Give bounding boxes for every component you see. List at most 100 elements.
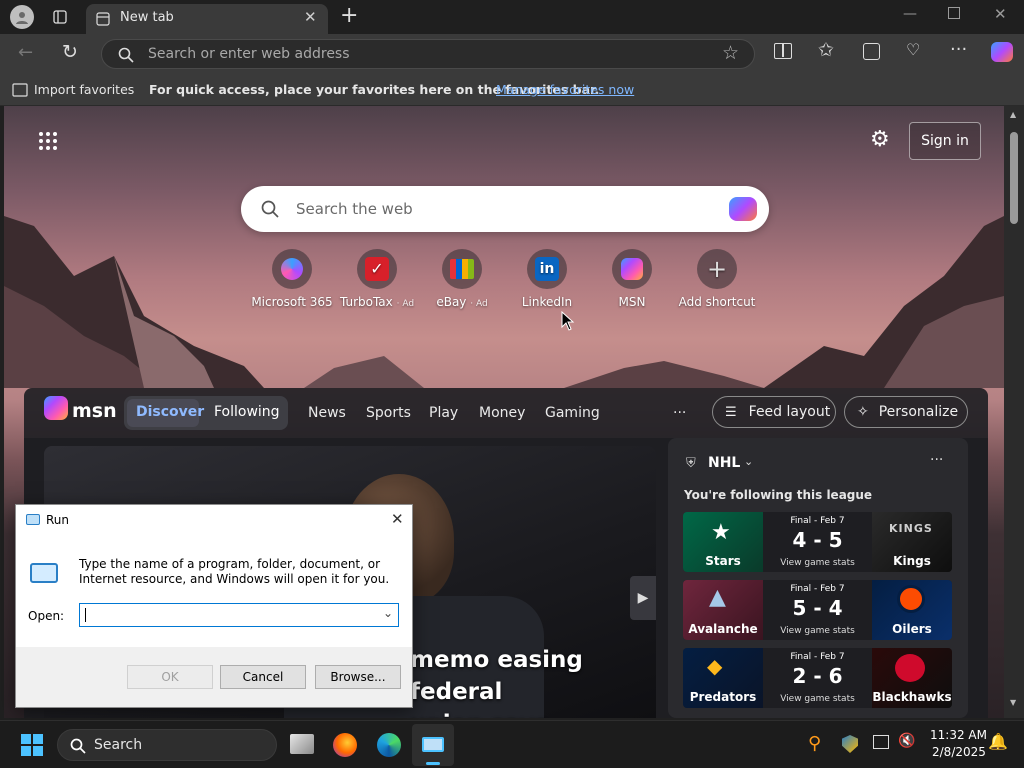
open-combobox[interactable]: ⌄ [79, 603, 399, 627]
game-card[interactable]: ★ KINGS Stars Kings Final - Feb 7 4 - 5 … [683, 512, 952, 572]
cancel-button[interactable]: Cancel [220, 665, 306, 689]
firefox-icon[interactable] [333, 733, 357, 757]
profile-avatar[interactable] [10, 5, 34, 29]
tab-page-icon [96, 12, 110, 26]
display-icon[interactable] [873, 735, 889, 749]
defender-icon[interactable] [842, 735, 858, 753]
shortcut-msn[interactable]: MSN [587, 249, 677, 309]
address-bar[interactable]: Search or enter web address ☆ [101, 39, 755, 69]
shortcut-turbotax[interactable]: ✓ TurboTax · Ad [332, 249, 422, 309]
search-app-icon[interactable]: ⚲ [808, 733, 821, 754]
shortcut-add[interactable]: + Add shortcut [672, 249, 762, 309]
edge-icon[interactable] [377, 733, 401, 757]
scrollbar-thumb[interactable] [1010, 132, 1018, 224]
favorites-icon[interactable]: ✩ [818, 39, 834, 61]
run-app-icon [422, 737, 444, 752]
browser-essentials-icon[interactable]: ♡ [906, 40, 920, 59]
notifications-bell-icon[interactable]: 🔔 [988, 732, 1008, 751]
nhl-title[interactable]: NHL [708, 455, 740, 471]
scroll-up-icon[interactable]: ▲ [1010, 110, 1016, 119]
ok-button[interactable]: OK [127, 665, 213, 689]
add-icon: + [697, 249, 737, 289]
blackhawks-logo-icon [895, 654, 925, 682]
task-view-icon[interactable] [290, 734, 314, 754]
taskbar: Search ⚲ 🔇 11:32 AM 2/8/2025 🔔 [0, 720, 1024, 768]
tab-title: New tab [120, 10, 174, 25]
linkedin-icon: in [527, 249, 567, 289]
sparkle-icon: ✧ [857, 404, 869, 420]
clock-time[interactable]: 11:32 AM [930, 728, 987, 742]
new-tab-icon[interactable]: + [340, 3, 358, 28]
more-menu-icon[interactable]: ··· [950, 39, 967, 60]
run-description: Type the name of a program, folder, docu… [79, 557, 390, 586]
sign-in-button[interactable]: Sign in [909, 122, 981, 160]
next-story-icon[interactable]: ▶ [630, 576, 656, 620]
open-label: Open: [28, 609, 65, 623]
search-icon [118, 47, 134, 63]
import-favorites-link[interactable]: Import favorites [34, 82, 134, 97]
shortcut-ebay[interactable]: eBay · Ad [417, 249, 507, 309]
import-icon [12, 83, 28, 97]
nav-gaming[interactable]: Gaming [545, 405, 600, 421]
nav-news[interactable]: News [308, 405, 346, 421]
personalize-button[interactable]: ✧ Personalize [844, 396, 968, 428]
msn-icon [612, 249, 652, 289]
msn-logo-text: msn [72, 400, 117, 422]
tab-discover[interactable]: Discover [136, 404, 204, 420]
close-icon[interactable]: ✕ [391, 510, 404, 528]
nav-sports[interactable]: Sports [366, 405, 411, 421]
manage-favorites-link[interactable]: Manage favorites now [496, 82, 634, 97]
scroll-down-icon[interactable]: ▼ [1010, 698, 1016, 707]
collections-icon[interactable] [863, 43, 880, 60]
copilot-icon[interactable] [991, 42, 1013, 62]
settings-gear-icon[interactable]: ⚙ [870, 127, 890, 152]
apps-grid-icon[interactable] [38, 131, 58, 151]
card-more-icon[interactable]: ··· [930, 452, 943, 468]
close-tab-icon[interactable]: ✕ [304, 8, 317, 26]
feed-layout-button[interactable]: ☰ Feed layout [712, 396, 836, 428]
close-window-icon[interactable]: ✕ [994, 5, 1007, 23]
refresh-icon[interactable]: ↻ [62, 41, 78, 63]
windows-start-icon[interactable] [21, 734, 43, 756]
favorite-star-icon[interactable]: ☆ [722, 42, 739, 64]
microsoft-365-icon [272, 249, 312, 289]
run-dialog: Run ✕ Type the name of a program, folder… [15, 504, 413, 708]
run-title-bar[interactable]: Run ✕ [16, 505, 412, 535]
msn-nav-bar: msn Discover Following News Sports Play … [24, 388, 988, 438]
game-card[interactable]: ▲ Avalanche Oilers Final - Feb 7 5 - 4 V… [683, 580, 952, 640]
nav-more-icon[interactable]: ··· [673, 405, 686, 421]
taskbar-search[interactable]: Search [57, 729, 277, 761]
avalanche-logo-icon: ▲ [709, 585, 726, 610]
split-screen-icon[interactable] [774, 43, 792, 59]
mouse-cursor-icon [561, 311, 575, 331]
search-icon [261, 200, 279, 218]
browser-toolbar: ← ↻ Search or enter web address ☆ ✩ ♡ ··… [0, 34, 1024, 74]
browse-button[interactable]: Browse... [315, 665, 401, 689]
stars-logo-icon: ★ [711, 520, 731, 545]
turbotax-icon: ✓ [357, 249, 397, 289]
chevron-down-icon[interactable]: ⌄ [383, 606, 393, 620]
predators-logo-icon: ◆ [707, 654, 723, 678]
run-title: Run [46, 513, 70, 527]
shortcut-microsoft-365[interactable]: Microsoft 365 [247, 249, 337, 309]
speaker-muted-icon[interactable]: 🔇 [898, 733, 915, 749]
run-taskbar-button[interactable] [412, 724, 454, 766]
tab-following[interactable]: Following [214, 404, 280, 420]
game-card[interactable]: ◆ Predators Blackhawks Final - Feb 7 2 -… [683, 648, 952, 708]
shortcut-linkedin[interactable]: in LinkedIn [502, 249, 592, 309]
page-scrollbar[interactable]: ▲ ▼ [1004, 106, 1024, 718]
restore-icon[interactable] [948, 7, 960, 19]
copilot-search-icon[interactable] [729, 197, 757, 221]
minimize-icon[interactable]: — [903, 6, 917, 22]
tab-new-tab[interactable]: New tab ✕ [86, 4, 328, 34]
nav-money[interactable]: Money [479, 405, 525, 421]
clock-date[interactable]: 2/8/2025 [932, 745, 986, 759]
tab-actions-icon[interactable] [50, 8, 70, 26]
kings-logo-icon: KINGS [889, 522, 933, 535]
sliders-icon: ☰ [725, 404, 737, 420]
web-search-box[interactable]: Search the web [241, 186, 769, 232]
chevron-down-icon[interactable]: ⌄ [744, 455, 753, 468]
back-icon[interactable]: ← [18, 42, 33, 63]
nav-play[interactable]: Play [429, 405, 458, 421]
following-league-text: You're following this league [684, 488, 873, 502]
